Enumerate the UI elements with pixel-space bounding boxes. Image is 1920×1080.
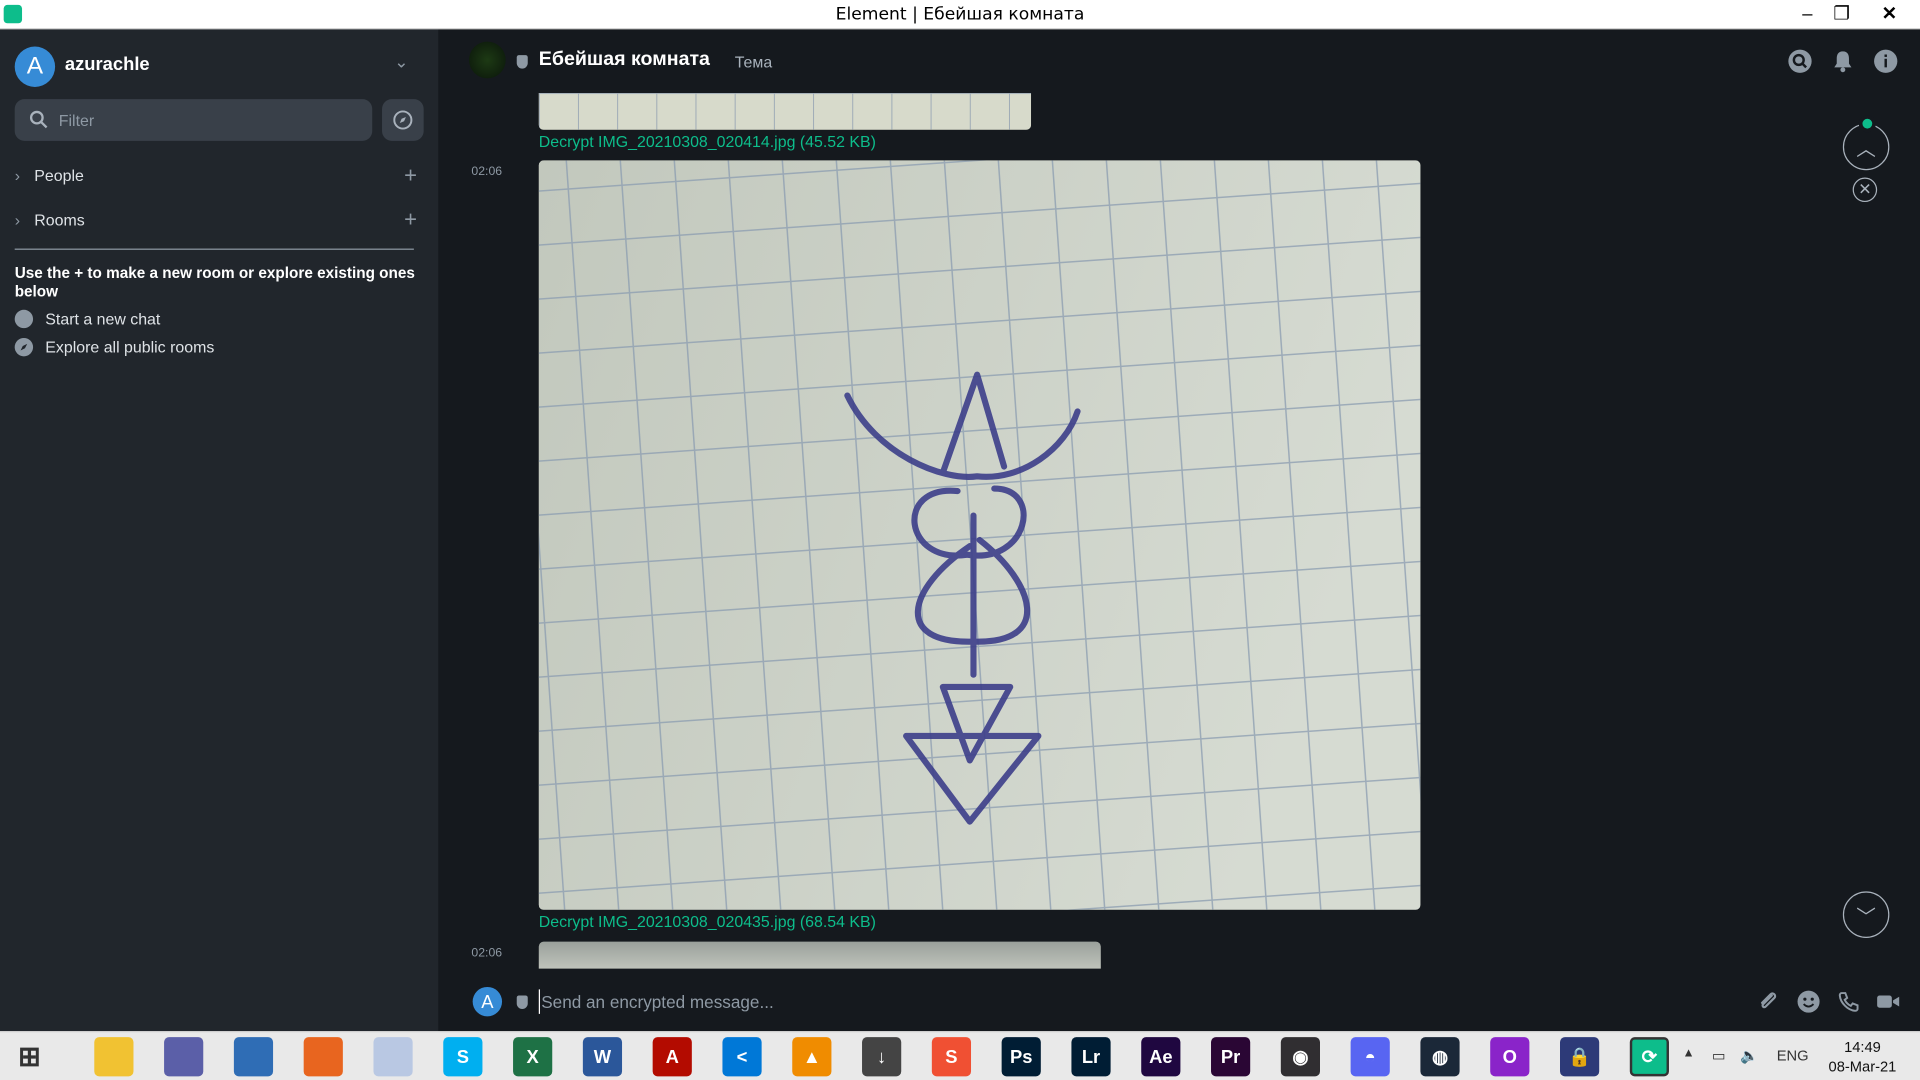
- taskbar-vscode-icon[interactable]: <: [722, 1037, 762, 1077]
- explore-rooms-button[interactable]: [382, 99, 424, 141]
- section-rooms-label: Rooms: [34, 210, 85, 229]
- taskbar-opera-gx-icon[interactable]: O: [1490, 1037, 1530, 1077]
- network-icon[interactable]: ▭: [1712, 1047, 1726, 1064]
- room-list-sidebar: A azurachle ⌄ Filter › People + › Rooms + …: [0, 29, 439, 1032]
- user-menu-chevron-icon[interactable]: ⌄: [394, 51, 408, 72]
- empty-hint-text: Use the + to make a new room or explore …: [14, 264, 415, 300]
- taskbar-after-effects-icon[interactable]: Ae: [1141, 1037, 1181, 1077]
- username[interactable]: azurachle: [65, 54, 150, 75]
- tray-expand-icon[interactable]: ▲: [1682, 1047, 1694, 1060]
- chevron-right-icon: ›: [14, 166, 21, 185]
- taskbar-excel-icon[interactable]: X: [513, 1037, 553, 1077]
- section-people-label: People: [34, 166, 84, 185]
- message-timestamp: 02:06: [471, 165, 503, 179]
- taskbar-lightroom-icon[interactable]: Lr: [1071, 1037, 1111, 1077]
- unread-indicator-dot: [1858, 115, 1876, 133]
- room-avatar[interactable]: [468, 41, 506, 79]
- windows-start-button[interactable]: ⊞: [10, 1037, 49, 1076]
- explore-public-rooms-link[interactable]: Explore all public rooms: [14, 337, 215, 357]
- section-people[interactable]: › People: [15, 167, 84, 185]
- voice-call-icon[interactable]: [1837, 989, 1861, 1013]
- chevron-right-icon: ›: [14, 210, 21, 229]
- decrypt-file-link[interactable]: Decrypt IMG_20210308_020414.jpg (45.52 K…: [539, 132, 876, 150]
- jump-to-bottom-button[interactable]: ﹀: [1842, 891, 1890, 938]
- paperclip-icon[interactable]: [1756, 989, 1780, 1013]
- composer-avatar: A: [472, 986, 503, 1017]
- compass-icon: [393, 110, 413, 130]
- start-new-chat-label: Start a new chat: [45, 309, 161, 329]
- taskbar-browser-globe-icon[interactable]: [233, 1037, 274, 1077]
- taskbar-obs-icon[interactable]: ◉: [1280, 1037, 1320, 1077]
- taskbar-discord-icon[interactable]: ◓: [1350, 1037, 1390, 1077]
- add-room-button[interactable]: +: [404, 208, 417, 230]
- user-avatar[interactable]: A: [14, 46, 56, 87]
- minimize-button[interactable]: –: [1790, 0, 1824, 27]
- room-name[interactable]: Ебейшая комната: [539, 49, 710, 71]
- taskbar-photoshop-icon[interactable]: Ps: [1001, 1037, 1041, 1077]
- compass-icon: [14, 337, 34, 357]
- dismiss-unread-button[interactable]: ✕: [1852, 177, 1878, 203]
- filter-input[interactable]: Filter: [14, 99, 373, 141]
- taskbar-premiere-icon[interactable]: Pr: [1211, 1037, 1251, 1077]
- image-thumbnail: [538, 93, 1032, 130]
- add-people-button[interactable]: +: [404, 164, 417, 186]
- close-window-button[interactable]: ✕: [1869, 0, 1911, 27]
- video-call-icon[interactable]: [1876, 989, 1900, 1013]
- window-title: Element | Ебейшая комната: [835, 4, 1085, 25]
- clock-time: 14:49: [1844, 1038, 1881, 1056]
- taskbar-skype-icon[interactable]: S: [443, 1037, 483, 1077]
- taskbar-vpn-lock-icon[interactable]: 🔒: [1560, 1037, 1600, 1077]
- room-topic[interactable]: Тема: [735, 53, 772, 71]
- section-rooms[interactable]: › Rooms: [15, 211, 85, 229]
- taskbar-sublime-icon[interactable]: S: [931, 1037, 972, 1077]
- filter-placeholder: Filter: [58, 111, 95, 130]
- image-photo-grid-drawing: [538, 160, 1421, 910]
- image-attachment[interactable]: [538, 941, 1101, 969]
- close-icon: ✕: [1858, 180, 1872, 199]
- search-icon[interactable]: [1788, 49, 1812, 73]
- clock-date: 08-Mar-21: [1828, 1057, 1897, 1076]
- input-language[interactable]: ENG: [1777, 1047, 1809, 1064]
- taskbar-downloader-icon[interactable]: ↓: [862, 1037, 902, 1077]
- image-attachment[interactable]: [538, 93, 1032, 130]
- message-timestamp: 02:06: [471, 946, 503, 960]
- image-attachment[interactable]: [538, 160, 1421, 910]
- taskbar-acrobat-icon[interactable]: A: [652, 1037, 692, 1077]
- start-new-chat-link[interactable]: Start a new chat: [14, 309, 161, 329]
- decrypt-file-link[interactable]: Decrypt IMG_20210308_020435.jpg (68.54 K…: [539, 912, 876, 930]
- room-view: Ебейшая комната Тема Decrypt IMG_2021030…: [438, 29, 1920, 1032]
- taskbar-qbittorrent-icon[interactable]: [164, 1037, 204, 1077]
- taskbar-file-explorer-icon[interactable]: [94, 1037, 134, 1077]
- taskbar-element-icon[interactable]: ⟳: [1629, 1037, 1669, 1077]
- divider: [14, 248, 414, 250]
- explore-public-rooms-label: Explore all public rooms: [45, 337, 215, 357]
- message-composer-input[interactable]: [538, 989, 1274, 1014]
- bell-icon[interactable]: [1831, 49, 1855, 73]
- windows-taskbar: ⊞ S X W A < ▲ ↓ S Ps Lr Ae Pr ◉ ◓ ◍ O 🔒 ⟳ ▲ ▭ 🔈 ENG 14:49…: [0, 1031, 1920, 1080]
- search-icon: [29, 110, 48, 129]
- restore-button[interactable]: ❐: [1824, 0, 1858, 27]
- taskbar-steam-icon[interactable]: ◍: [1420, 1037, 1460, 1077]
- info-icon[interactable]: [1873, 49, 1898, 73]
- chevron-up-icon: ︿: [1856, 139, 1876, 161]
- window-titlebar: Element | Ебейшая комната – ❐ ✕: [0, 0, 1920, 30]
- taskbar-word-icon[interactable]: W: [582, 1037, 623, 1077]
- volume-icon[interactable]: 🔈: [1740, 1047, 1758, 1064]
- encryption-shield-icon: [516, 995, 528, 1009]
- encryption-shield-icon: [516, 55, 528, 69]
- chevron-down-icon: ﹀: [1856, 907, 1876, 929]
- taskbar-firefox-icon[interactable]: [303, 1037, 343, 1077]
- system-clock[interactable]: 14:49 08-Mar-21: [1820, 1037, 1906, 1076]
- taskbar-cloud-app-icon[interactable]: [373, 1037, 413, 1077]
- taskbar-vlc-icon[interactable]: ▲: [792, 1037, 832, 1077]
- chat-bubble-icon: [14, 309, 34, 329]
- screen: Element | Ебейшая комната – ❐ ✕ A azurac…: [0, 0, 1920, 1080]
- emoji-icon[interactable]: [1796, 989, 1820, 1013]
